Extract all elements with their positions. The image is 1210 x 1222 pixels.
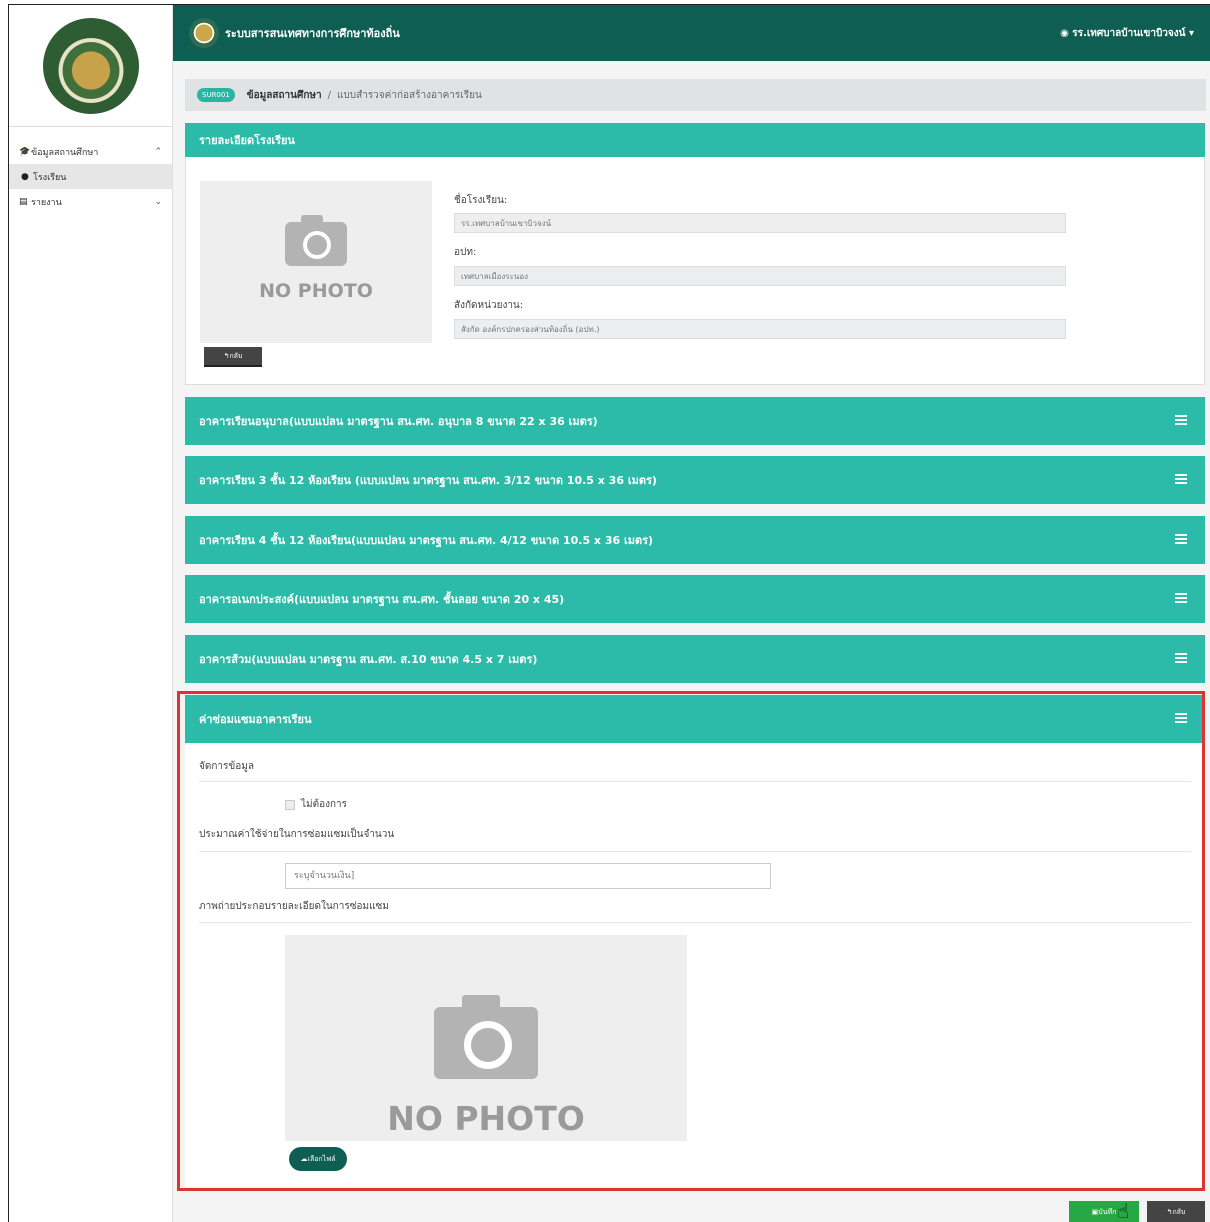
school-photo: NO PHOTO <box>200 181 432 343</box>
sidebar-item-school-info[interactable]: 🎓 ข้อมูลสถานศึกษา ⌃ <box>9 139 172 164</box>
school-panel-header: รายละเอียดโรงเรียน <box>185 123 1205 157</box>
hamburger-icon[interactable] <box>1175 474 1187 484</box>
caret-down-icon: ▾ <box>1185 27 1194 39</box>
school-back-label: กลับ <box>229 351 243 360</box>
highlight-frame <box>177 691 1205 1191</box>
sidebar-item-label: ข้อมูลสถานศึกษา <box>31 147 99 158</box>
agency-field[interactable]: สังกัด องค์กรปกครองส่วนท้องถิ่น (อปท.) <box>454 319 1066 339</box>
chevron-up-icon: ⌃ <box>154 146 162 157</box>
section-multipurpose[interactable]: อาคารอเนกประสงค์(แบบแปลน มาตรฐาน สน.ศท. … <box>185 575 1205 623</box>
section-header[interactable]: อาคารเรียน 4 ชั้น 12 ห้องเรียน(แบบแปลน ม… <box>185 516 1205 564</box>
section-title: อาคารเรียนอนุบาล(แบบแปลน มาตรฐาน สน.ศท. … <box>199 415 598 428</box>
hamburger-icon[interactable] <box>1175 534 1187 544</box>
save-icon: ▣ <box>1091 1208 1099 1216</box>
lao-label: อปท: <box>454 247 477 258</box>
user-name: รร.เทศบาลบ้านเขาบิวจงน์ <box>1072 27 1186 39</box>
section-title: อาคารเรียน 3 ชั้น 12 ห้องเรียน (แบบแปลน … <box>199 474 657 487</box>
logo-area <box>9 5 172 127</box>
hamburger-icon[interactable] <box>1175 653 1187 663</box>
section-header[interactable]: อาคารเรียน 3 ชั้น 12 ห้องเรียน (แบบแปลน … <box>185 456 1205 504</box>
app-title: ระบบสารสนเทศทางการศึกษาท้องถิ่น <box>225 27 400 40</box>
sidebar-item-school[interactable]: ● โรงเรียน <box>9 164 172 189</box>
breadcrumb-level2: แบบสำรวจค่าก่อสร้างอาคารเรียน <box>336 89 482 101</box>
section-title: อาคารอเนกประสงค์(แบบแปลน มาตรฐาน สน.ศท. … <box>199 593 565 606</box>
school-panel-body: NO PHOTO ↰ กลับ ชื่อโรงเรียน: รร.เทศบาลบ… <box>185 157 1205 385</box>
hamburger-icon[interactable] <box>1175 593 1187 603</box>
app-logo <box>189 18 219 48</box>
hand-cursor-icon: ☝ <box>1117 1199 1130 1222</box>
school-panel: รายละเอียดโรงเรียน NO PHOTO ↰ กลับ ชื่อโ… <box>185 123 1205 385</box>
breadcrumb-level1[interactable]: ข้อมูลสถานศึกษา <box>247 88 322 103</box>
save-label: บันทึก <box>1098 1207 1117 1216</box>
dot-icon: ● <box>21 171 29 182</box>
section-header[interactable]: อาคารส้วม(แบบแปลน มาตรฐาน สน.ศท. ส.10 ขน… <box>185 635 1205 683</box>
sidebar-item-label: รายงาน <box>31 197 62 208</box>
school-back-button[interactable]: ↰ กลับ <box>204 347 262 367</box>
agency-label: สังกัดหน่วยงาน: <box>454 300 524 311</box>
user-menu[interactable]: ◉ รร.เทศบาลบ้านเขาบิวจงน์ ▾ <box>1060 26 1194 41</box>
sidebar-item-label: โรงเรียน <box>33 172 67 183</box>
department-logo <box>42 17 139 114</box>
section-4-floor[interactable]: อาคารเรียน 4 ชั้น 12 ห้องเรียน(แบบแปลน ม… <box>185 516 1205 564</box>
camera-icon <box>285 215 347 266</box>
chevron-down-icon: ⌄ <box>154 196 162 207</box>
school-name-label: ชื่อโรงเรียน: <box>454 195 508 206</box>
section-title: อาคารเรียน 4 ชั้น 12 ห้องเรียน(แบบแปลน ม… <box>199 534 654 547</box>
form-code-badge: SUR001 <box>197 88 235 102</box>
file-icon: ▤ <box>19 196 28 207</box>
section-toilet[interactable]: อาคารส้วม(แบบแปลน มาตรฐาน สน.ศท. ส.10 ขน… <box>185 635 1205 683</box>
sidebar-item-report[interactable]: ▤ รายงาน ⌄ <box>9 189 172 214</box>
lao-field[interactable]: เทศบาลเมืองระนอง <box>454 266 1066 286</box>
hamburger-icon[interactable] <box>1175 415 1187 425</box>
app-window: 🎓 ข้อมูลสถานศึกษา ⌃ ● โรงเรียน ▤ รายงาน … <box>8 4 1210 1222</box>
section-header[interactable]: อาคารเรียนอนุบาล(แบบแปลน มาตรฐาน สน.ศท. … <box>185 397 1205 445</box>
back-label: กลับ <box>1172 1207 1186 1216</box>
section-kindergarten[interactable]: อาคารเรียนอนุบาล(แบบแปลน มาตรฐาน สน.ศท. … <box>185 397 1205 445</box>
school-name-field[interactable]: รร.เทศบาลบ้านเขาบิวจงน์ <box>454 213 1066 233</box>
breadcrumb-separator: / <box>327 89 331 101</box>
breadcrumb: SUR001 ข้อมูลสถานศึกษา / แบบสำรวจค่าก่อส… <box>185 79 1206 111</box>
no-photo-text: NO PHOTO <box>259 280 373 302</box>
section-header[interactable]: อาคารอเนกประสงค์(แบบแปลน มาตรฐาน สน.ศท. … <box>185 575 1205 623</box>
sidebar-menu: 🎓 ข้อมูลสถานศึกษา ⌃ ● โรงเรียน ▤ รายงาน … <box>9 127 172 214</box>
sidebar: 🎓 ข้อมูลสถานศึกษา ⌃ ● โรงเรียน ▤ รายงาน … <box>9 5 173 1222</box>
back-button[interactable]: ↰ กลับ <box>1147 1201 1205 1222</box>
user-icon: ◉ <box>1060 27 1073 39</box>
graduation-cap-icon: 🎓 <box>19 146 31 157</box>
section-3-floor[interactable]: อาคารเรียน 3 ชั้น 12 ห้องเรียน (แบบแปลน … <box>185 456 1205 504</box>
section-title: อาคารส้วม(แบบแปลน มาตรฐาน สน.ศท. ส.10 ขน… <box>199 653 538 666</box>
top-bar: ระบบสารสนเทศทางการศึกษาท้องถิ่น ◉ รร.เทศ… <box>173 5 1210 61</box>
